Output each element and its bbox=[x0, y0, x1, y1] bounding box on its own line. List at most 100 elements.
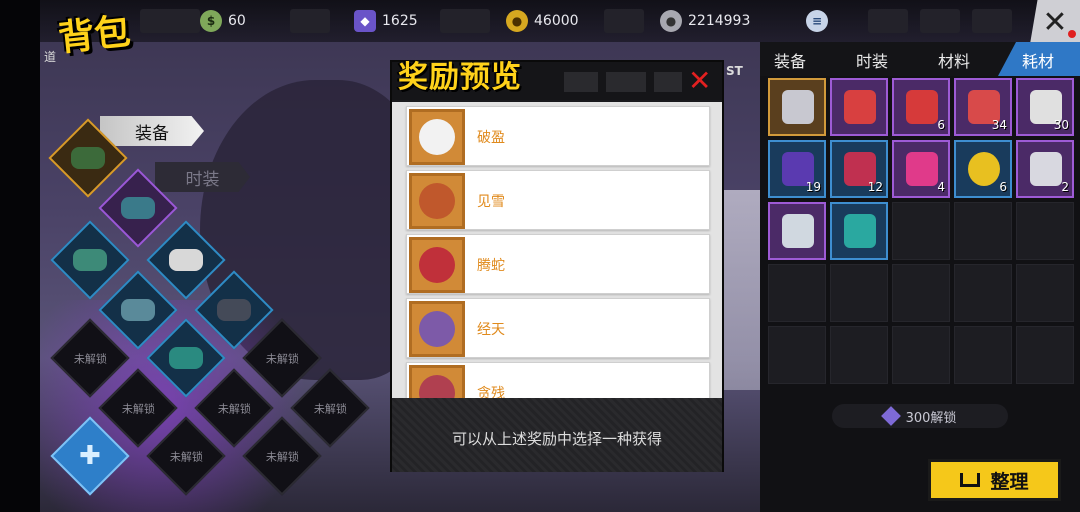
inventory-slot[interactable]: 34 bbox=[954, 78, 1012, 136]
empty-inventory-slot[interactable] bbox=[954, 202, 1012, 260]
empty-slot bbox=[868, 9, 908, 33]
energy-coin-icon bbox=[968, 152, 1000, 186]
tab-consumables[interactable]: 耗材 bbox=[1022, 48, 1054, 72]
inventory-slot[interactable] bbox=[768, 78, 826, 136]
tab-fashion[interactable]: 时装 bbox=[856, 48, 888, 72]
menu-button[interactable]: ≡ bbox=[806, 9, 834, 33]
reward-item[interactable]: 贪残 bbox=[406, 362, 710, 398]
resource-value: 46000 bbox=[534, 13, 579, 29]
side-label: 道 bbox=[44, 50, 57, 64]
reward-name: 见雪 bbox=[477, 194, 505, 210]
book-icon bbox=[844, 214, 876, 248]
reward-name: 破盈 bbox=[477, 130, 505, 146]
inventory-panel: 装备 时装 材料 耗材 6 34 30 19 12 4 6 2 300解锁 bbox=[760, 42, 1080, 512]
inventory-slot[interactable]: 4 bbox=[892, 140, 950, 198]
resource-gold[interactable]: ● 46000 bbox=[506, 9, 579, 33]
unlock-slots-button[interactable]: 300解锁 bbox=[832, 404, 1008, 428]
modal-footer-text: 可以从上述奖励中选择一种获得 bbox=[451, 430, 662, 448]
bottle-icon bbox=[906, 90, 938, 124]
empty-inventory-slot[interactable] bbox=[954, 264, 1012, 322]
reward-item[interactable]: 腾蛇 bbox=[406, 234, 710, 294]
reward-item[interactable]: 破盈 bbox=[406, 106, 710, 166]
empty-slot bbox=[440, 9, 490, 33]
locked-label: 未解锁 bbox=[73, 352, 107, 365]
item-count: 2 bbox=[1061, 180, 1069, 194]
page-title: 背包 bbox=[56, 10, 133, 60]
purple-crystal-icon bbox=[880, 406, 901, 426]
locked-label: 未解锁 bbox=[265, 450, 299, 463]
tab-materials[interactable]: 材料 bbox=[938, 48, 970, 72]
gold-coin-icon: ● bbox=[506, 10, 528, 32]
list-icon: ≡ bbox=[806, 10, 828, 32]
resource-crystal[interactable]: ◆ 1625 bbox=[354, 9, 418, 33]
inventory-slot[interactable]: 19 bbox=[768, 140, 826, 198]
header-box bbox=[564, 72, 598, 92]
inventory-slot[interactable] bbox=[768, 202, 826, 260]
reward-item[interactable]: 经天 bbox=[406, 298, 710, 358]
empty-inventory-slot[interactable] bbox=[830, 264, 888, 322]
leg-guard-icon bbox=[169, 347, 203, 369]
unlock-label: 300解锁 bbox=[905, 410, 957, 426]
item-count: 19 bbox=[805, 180, 821, 194]
resource-silver[interactable]: ● 2214993 bbox=[660, 9, 750, 33]
resource-cash[interactable]: $ 60 bbox=[200, 9, 246, 33]
empty-slot bbox=[920, 9, 960, 33]
tab-fashion[interactable]: 时装 bbox=[155, 162, 250, 192]
tray-icon bbox=[960, 473, 981, 487]
crossed-blades-icon bbox=[71, 147, 105, 169]
locked-label: 未解锁 bbox=[313, 402, 347, 415]
header-box bbox=[606, 72, 646, 92]
reward-list[interactable]: 破盈 见雪 腾蛇 经天 贪残 bbox=[392, 102, 722, 398]
empty-inventory-slot[interactable] bbox=[1016, 202, 1074, 260]
inventory-slot[interactable]: 30 bbox=[1016, 78, 1074, 136]
locked-label: 未解锁 bbox=[265, 352, 299, 365]
item-icon-frame bbox=[409, 301, 465, 357]
reward-name: 经天 bbox=[477, 322, 505, 338]
inventory-slot[interactable] bbox=[830, 78, 888, 136]
st-label: ST bbox=[726, 64, 743, 78]
inventory-slot[interactable]: 12 bbox=[830, 140, 888, 198]
sort-button[interactable]: 整理 bbox=[928, 459, 1061, 501]
tab-equipment[interactable]: 装备 bbox=[774, 48, 806, 72]
reward-preview-modal: 奖励预览 ✕ 破盈 见雪 腾蛇 经天 贪残 可以从上述奖励中选择一种获得 bbox=[390, 60, 724, 472]
inventory-slot[interactable] bbox=[830, 202, 888, 260]
empty-inventory-slot[interactable] bbox=[892, 202, 950, 260]
empty-slot bbox=[604, 9, 644, 33]
empty-inventory-slot[interactable] bbox=[830, 326, 888, 384]
modal-footer: 可以从上述奖励中选择一种获得 bbox=[392, 398, 722, 472]
inventory-slot[interactable]: 6 bbox=[954, 140, 1012, 198]
tab-equip[interactable]: 装备 bbox=[100, 116, 204, 146]
inventory-slot[interactable]: 2 bbox=[1016, 140, 1074, 198]
shirt-icon bbox=[169, 249, 203, 271]
empty-slot bbox=[972, 9, 1012, 33]
empty-inventory-slot[interactable] bbox=[1016, 264, 1074, 322]
item-count: 4 bbox=[937, 180, 945, 194]
empty-inventory-slot[interactable] bbox=[954, 326, 1012, 384]
empty-inventory-slot[interactable] bbox=[768, 326, 826, 384]
purple-crystal-icon: ◆ bbox=[354, 10, 376, 32]
item-count: 6 bbox=[999, 180, 1007, 194]
resource-value: 60 bbox=[228, 13, 246, 29]
modal-header: 奖励预览 ✕ bbox=[392, 60, 722, 100]
empty-inventory-slot[interactable] bbox=[892, 264, 950, 322]
resource-value: 2214993 bbox=[688, 13, 751, 29]
left-edge-bar bbox=[0, 0, 40, 512]
locked-label: 未解锁 bbox=[169, 450, 203, 463]
modal-close-icon[interactable]: ✕ bbox=[688, 66, 711, 96]
empty-inventory-slot[interactable] bbox=[768, 264, 826, 322]
gift-box-icon bbox=[782, 90, 814, 124]
jar-icon bbox=[1030, 152, 1062, 186]
empty-slot bbox=[140, 9, 200, 33]
reward-item[interactable]: 见雪 bbox=[406, 170, 710, 230]
wristband-icon bbox=[419, 311, 455, 347]
glove-icon bbox=[217, 299, 251, 321]
inventory-slot[interactable]: 6 bbox=[892, 78, 950, 136]
empty-inventory-slot[interactable] bbox=[892, 326, 950, 384]
empty-inventory-slot[interactable] bbox=[1016, 326, 1074, 384]
ticket-icon bbox=[844, 90, 876, 124]
arm-guard-icon bbox=[121, 299, 155, 321]
empty-slot bbox=[290, 9, 330, 33]
close-button[interactable]: ✕ bbox=[1030, 0, 1080, 44]
silver-coin-icon: ● bbox=[660, 10, 682, 32]
item-count: 30 bbox=[1053, 118, 1069, 132]
